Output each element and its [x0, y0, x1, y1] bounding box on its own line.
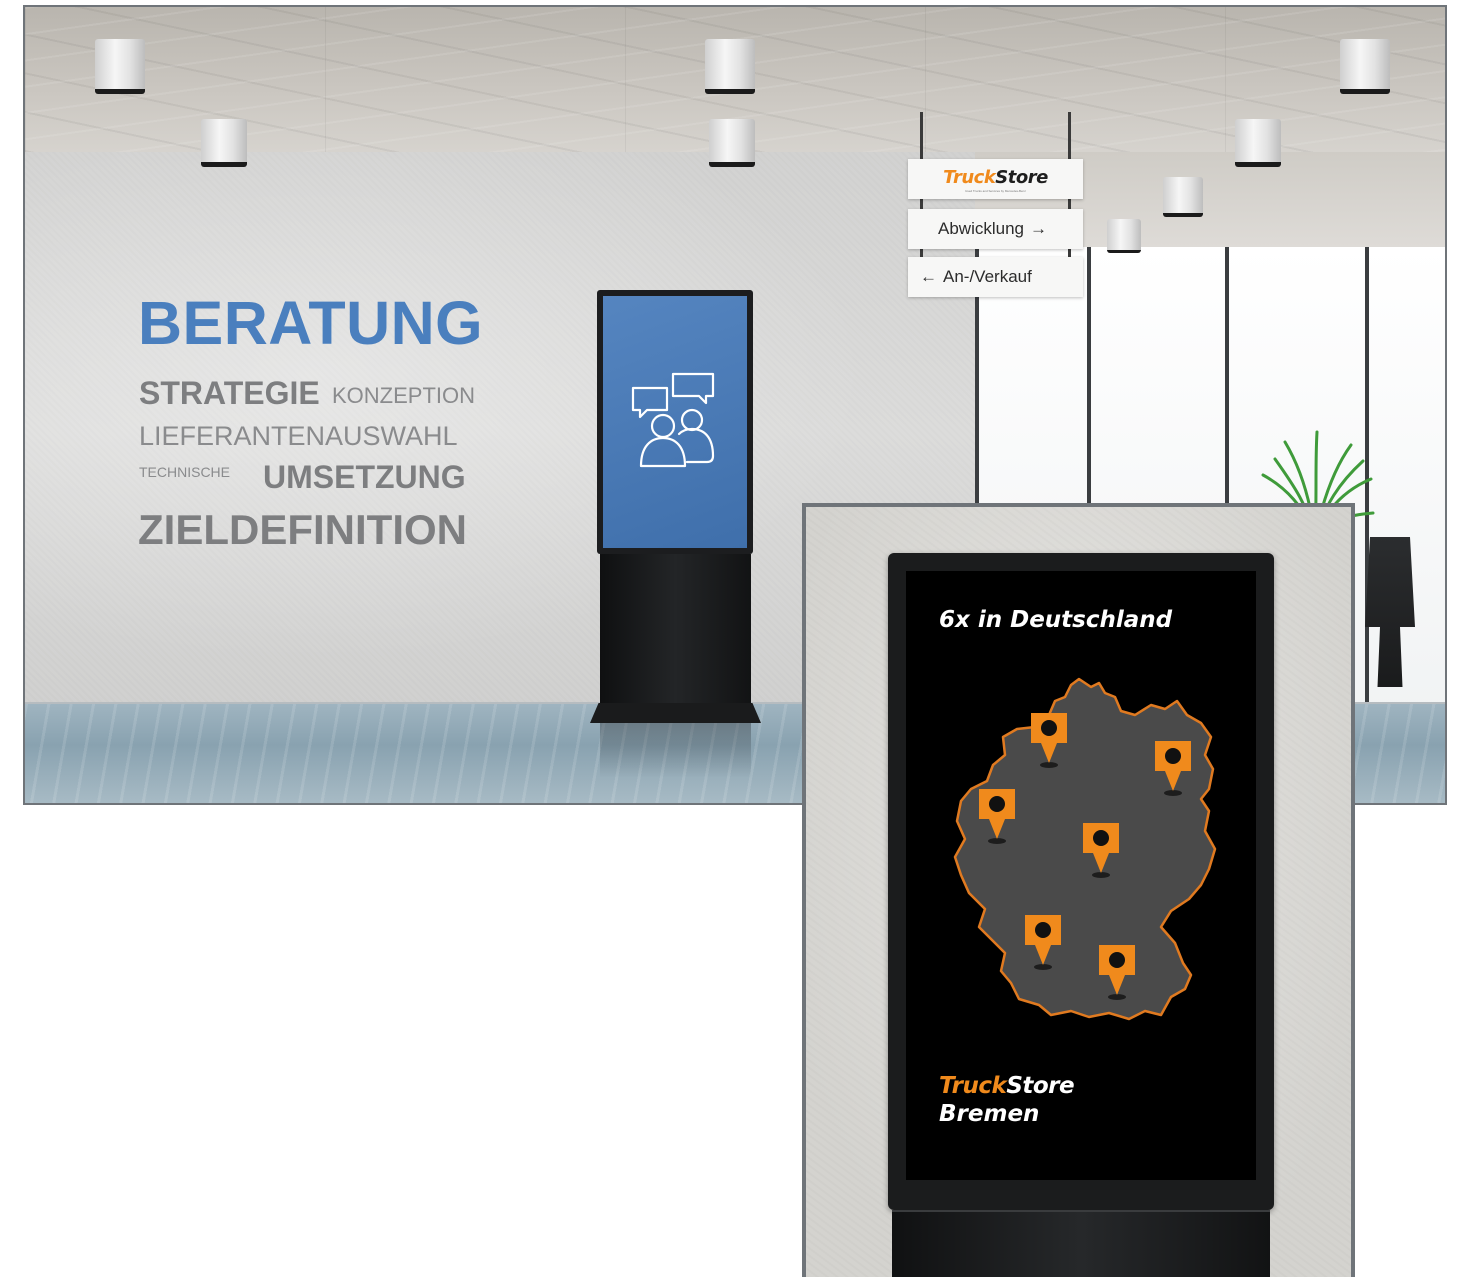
display-title: 6x in Deutschland	[939, 607, 1173, 633]
floor-reflection	[600, 723, 751, 778]
truckstore-logo: TruckStore	[939, 1073, 1075, 1099]
germany-map	[953, 677, 1217, 1021]
kiosk-screen	[603, 296, 747, 548]
ceiling-lamp	[201, 119, 247, 167]
sign-rod	[920, 112, 923, 160]
ceiling-lamp	[1340, 39, 1390, 94]
arrow-right-icon: →	[1030, 219, 1047, 238]
chat-people-icon	[631, 372, 715, 468]
sign-label-an-verkauf: An-/Verkauf	[943, 267, 1032, 286]
sign-panel-logo: TruckStore Used Trucks and Services by M…	[908, 159, 1083, 199]
ceiling-lamp	[95, 39, 145, 94]
ceiling-lamp	[1235, 119, 1281, 167]
ceiling-lamp	[705, 39, 755, 94]
ceiling-lamp	[1163, 177, 1203, 217]
wall-word-technische: TECHNISCHE	[139, 464, 231, 480]
sign-label-abwicklung: Abwicklung	[938, 219, 1024, 238]
sign-tagline: Used Trucks and Services by Mercedes-Ben…	[965, 188, 1026, 193]
arrow-left-icon: ←	[920, 267, 937, 286]
truckstore-logo: TruckStore	[943, 166, 1048, 188]
inset-kiosk-display: 6x in Deutschland TruckStore Bremen	[888, 553, 1274, 1210]
wall-word-lieferantenauswahl: LIEFERANTENAUSWAHL	[139, 421, 458, 451]
sign-panel-abwicklung: Abwicklung →	[908, 209, 1083, 249]
wall-word-umsetzung: UMSETZUNG	[263, 459, 466, 495]
inset-photo: 6x in Deutschland TruckStore Bremen	[802, 503, 1355, 1277]
inset-kiosk-screen: 6x in Deutschland TruckStore Bremen	[906, 571, 1256, 1180]
inset-kiosk-stand	[892, 1210, 1270, 1277]
wall-word-strategie: STRATEGIE	[139, 375, 320, 411]
display-city: Bremen	[939, 1101, 1040, 1127]
kiosk-stand	[600, 554, 751, 706]
wall-word-zieldefinition: ZIELDEFINITION	[138, 506, 467, 553]
wall-word-konzeption: KONZEPTION	[332, 383, 476, 408]
ceiling-lamp	[1107, 219, 1141, 253]
kiosk-display	[597, 290, 753, 554]
kiosk-foot	[590, 703, 761, 723]
wall-word-beratung: BERATUNG	[138, 289, 484, 357]
ceiling-lamp	[709, 119, 755, 167]
sign-panel-an-verkauf: ← An-/Verkauf	[908, 257, 1083, 297]
sign-rod	[1068, 112, 1071, 160]
